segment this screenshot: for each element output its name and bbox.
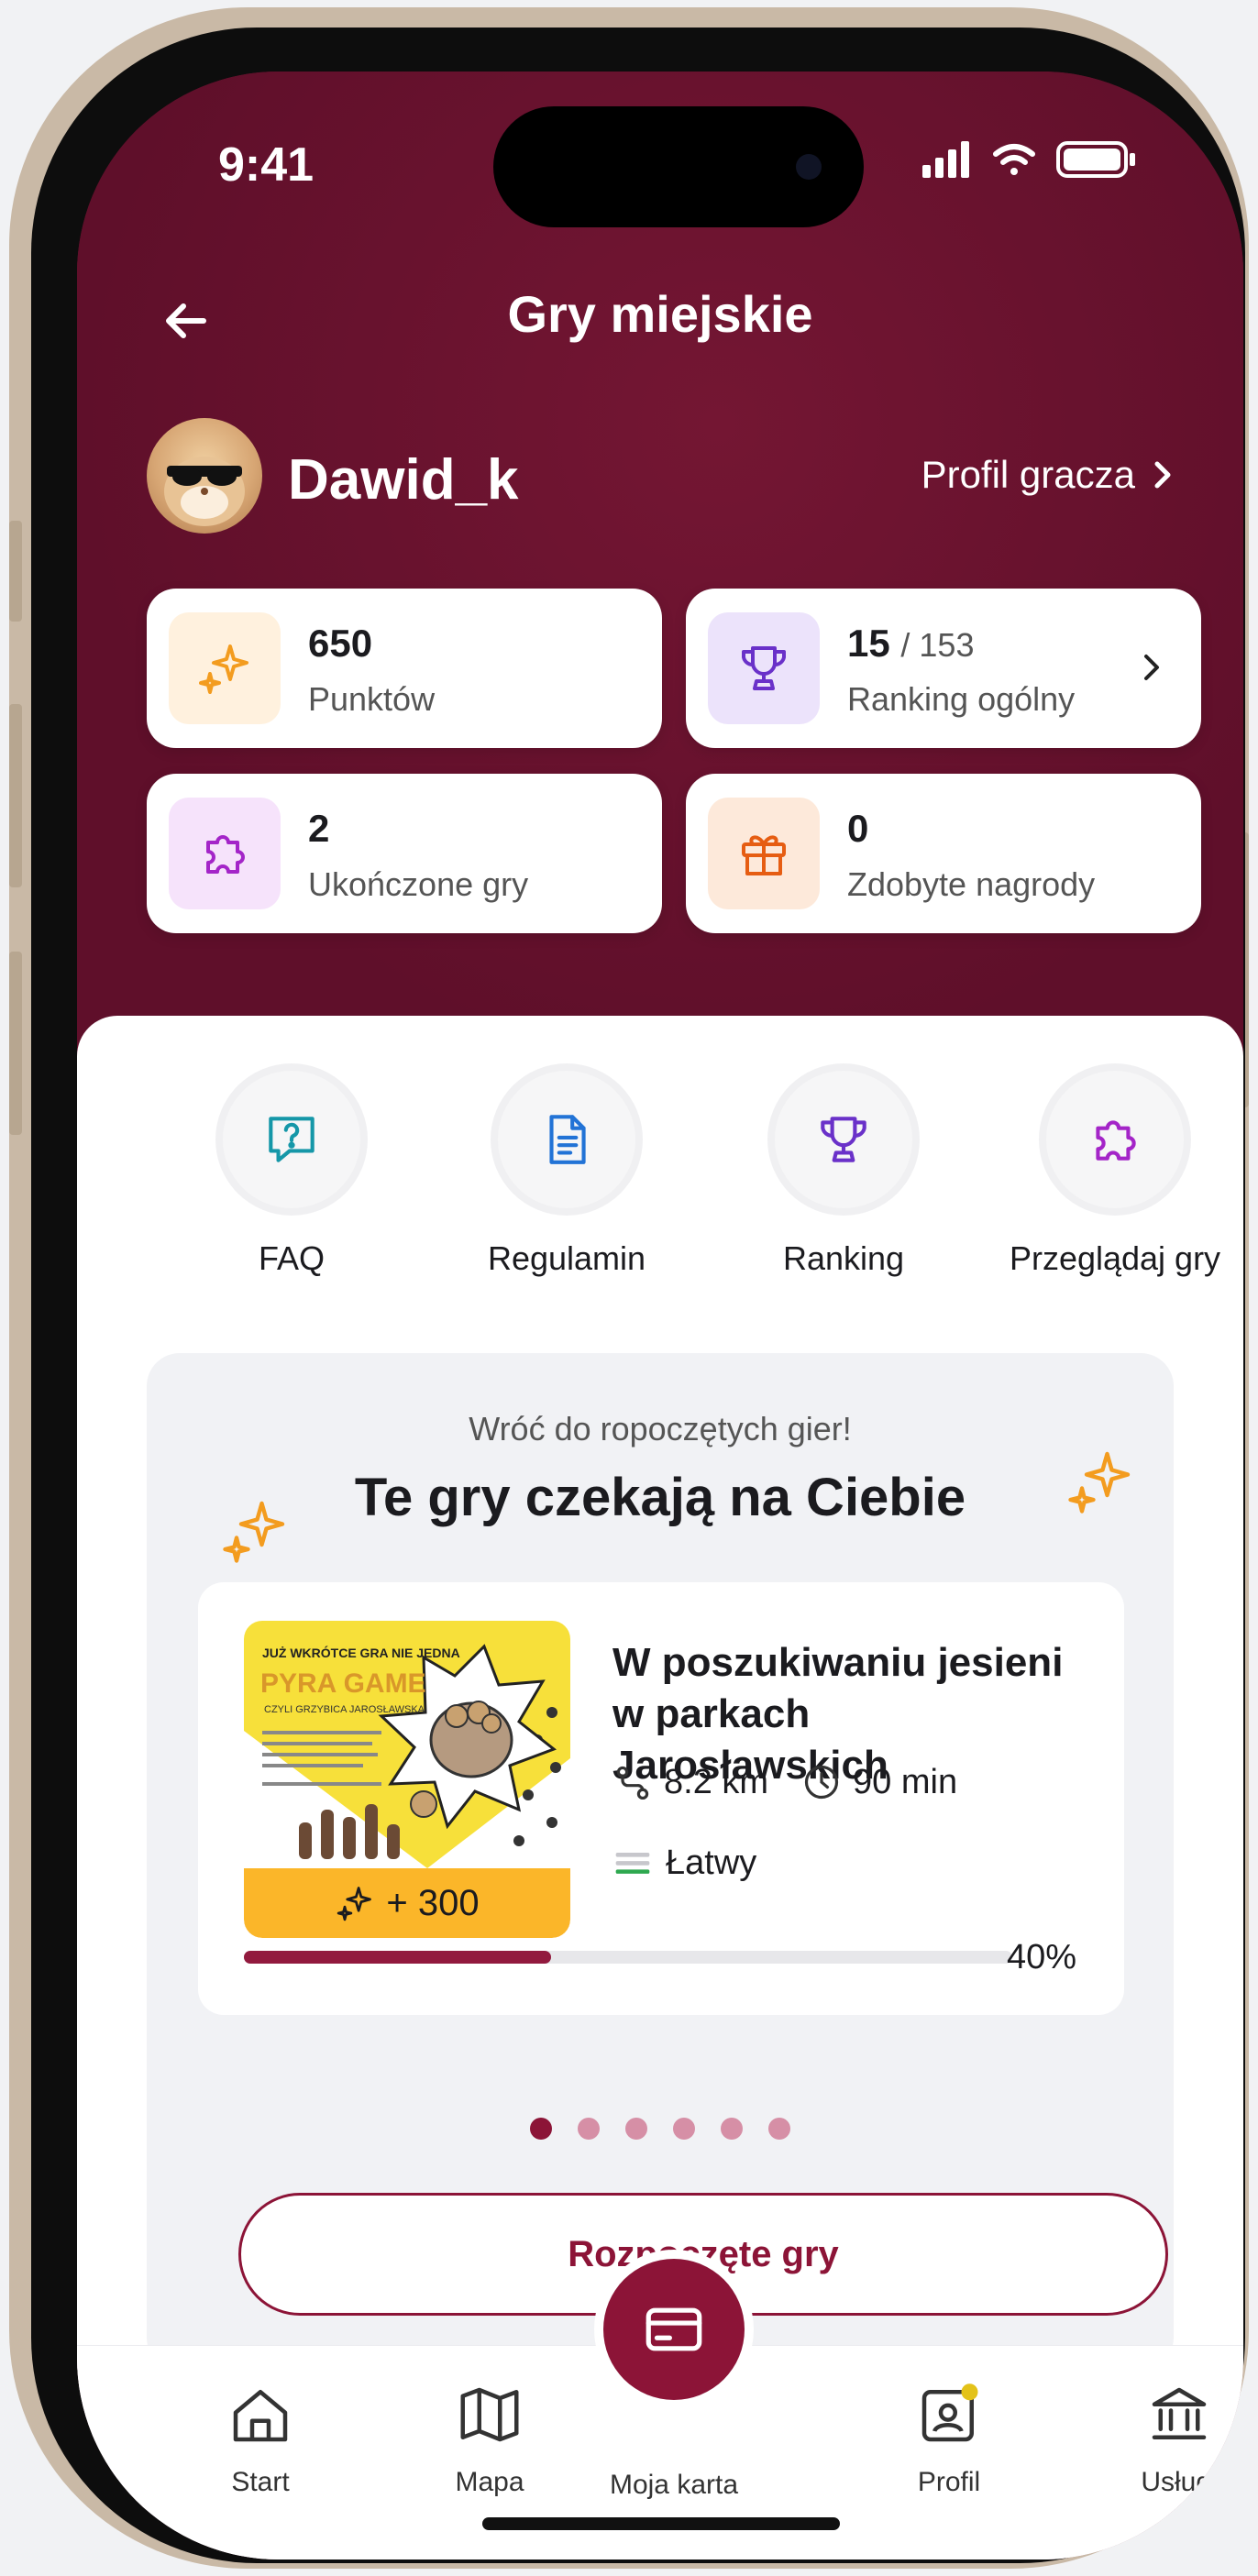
dynamic-island xyxy=(493,106,864,227)
camera-icon xyxy=(796,154,822,180)
quick-action-label: Regulamin xyxy=(487,1239,646,1277)
puzzle-icon xyxy=(169,798,281,909)
bank-icon xyxy=(1152,2387,1207,2439)
phone-button xyxy=(9,521,22,622)
game-difficulty: Łatwy xyxy=(612,1843,756,1883)
chevron-right-icon[interactable] xyxy=(1130,645,1174,689)
sparkles-icon xyxy=(337,1887,372,1921)
sparkles-icon xyxy=(169,612,281,724)
quick-action-ranking[interactable]: Ranking xyxy=(724,1071,963,1277)
tab-label: Moja karta xyxy=(609,2470,739,2500)
quick-action-faq[interactable]: FAQ xyxy=(172,1071,411,1277)
screen: 9:41 Gry miejskie Dawid_k Profil gracza … xyxy=(77,72,1243,2559)
stat-card-completed: 2 Ukończone gry xyxy=(147,774,662,933)
game-meta: 8.2 km 90 min xyxy=(612,1762,957,1802)
profile-link[interactable]: Profil gracza xyxy=(921,453,1135,497)
tab-services[interactable]: Usługi xyxy=(1097,2382,1243,2498)
pager-dot[interactable] xyxy=(673,2118,695,2140)
pager-dot[interactable] xyxy=(625,2118,647,2140)
tab-map[interactable]: Mapa xyxy=(407,2382,572,2498)
stat-label: Ukończone gry xyxy=(308,865,529,903)
stat-value: 0 xyxy=(847,807,869,850)
home-icon xyxy=(233,2390,288,2442)
tab-profile[interactable]: Profil xyxy=(866,2382,1032,2498)
stat-label: Punktów xyxy=(308,680,436,718)
hamster-avatar-icon xyxy=(164,457,245,526)
poster-tagline: CZYLI GRZYBICA JAROSŁAWSKA xyxy=(264,1704,425,1715)
username: Dawid_k xyxy=(288,448,519,512)
ranking-total: / 153 xyxy=(900,626,975,664)
gift-icon xyxy=(708,798,820,909)
quick-action-label: Przeglądaj gry xyxy=(1009,1239,1221,1277)
puzzle-icon xyxy=(1046,1071,1184,1208)
map-icon xyxy=(460,2387,519,2442)
points-badge: + 300 xyxy=(244,1868,570,1938)
stat-label: Ranking ogólny xyxy=(847,680,1076,718)
phone-button xyxy=(9,704,22,887)
sparkles-icon xyxy=(223,1501,285,1563)
tab-start[interactable]: Start xyxy=(178,2382,343,2498)
card-icon xyxy=(646,2307,702,2351)
stat-card-ranking[interactable]: 15 / 153 Ranking ogólny xyxy=(686,589,1201,748)
document-icon xyxy=(498,1071,635,1208)
sparkles-icon xyxy=(1068,1451,1131,1514)
points-value: + 300 xyxy=(386,1882,480,1923)
pager-dot[interactable] xyxy=(768,2118,790,2140)
stat-card-rewards: 0 Zdobyte nagrody xyxy=(686,774,1201,933)
trophy-icon xyxy=(708,612,820,724)
pager-dot[interactable] xyxy=(721,2118,743,2140)
profile-badge-icon xyxy=(921,2383,978,2442)
tab-label: Profil xyxy=(917,2467,981,2497)
quick-action-label: FAQ xyxy=(258,1239,326,1277)
phone-button xyxy=(9,952,22,1135)
stat-value: 650 xyxy=(308,622,373,665)
page-title: Gry miejskie xyxy=(507,285,813,343)
clock-icon xyxy=(804,1765,839,1800)
pager-dots xyxy=(77,2118,1243,2140)
status-icons xyxy=(922,141,1135,178)
tab-label: Mapa xyxy=(455,2467,524,2497)
pager-dot[interactable] xyxy=(530,2118,552,2140)
quick-action-browse-games[interactable]: Przeglądaj gry xyxy=(996,1071,1234,1277)
stat-label: Zdobyte nagrody xyxy=(847,865,1096,903)
chevron-right-icon[interactable] xyxy=(1137,449,1188,501)
question-icon xyxy=(223,1071,360,1208)
tab-my-card[interactable]: Moja karta xyxy=(591,2455,756,2501)
stat-value: 2 xyxy=(308,807,330,850)
battery-icon xyxy=(1056,141,1135,178)
my-card-button[interactable] xyxy=(603,2259,745,2400)
avatar[interactable] xyxy=(147,418,262,534)
progress-label: 40% xyxy=(1006,1938,1076,1976)
game-duration: 90 min xyxy=(853,1762,958,1801)
poster-brand: PYRA GAME xyxy=(260,1668,426,1699)
progress-fill xyxy=(244,1951,552,1964)
route-icon xyxy=(616,1766,649,1800)
quick-action-regulamin[interactable]: Regulamin xyxy=(447,1071,686,1277)
phone-frame: 9:41 Gry miejskie Dawid_k Profil gracza … xyxy=(9,7,1249,2569)
signal-icon xyxy=(922,141,969,178)
stat-card-points: 650 Punktów xyxy=(147,589,662,748)
pager-dot[interactable] xyxy=(578,2118,600,2140)
ranking-position: 15 xyxy=(847,622,890,665)
difficulty-icon xyxy=(615,1853,650,1874)
tab-label: Start xyxy=(231,2467,290,2497)
wifi-icon xyxy=(993,144,1035,175)
trophy-icon xyxy=(775,1071,912,1208)
stat-value: 15 / 153 xyxy=(847,622,974,666)
status-time: 9:41 xyxy=(218,138,314,192)
game-distance: 8.2 km xyxy=(664,1762,769,1801)
home-indicator xyxy=(482,2517,840,2530)
game-progress-bar xyxy=(244,1951,1012,1964)
section-subtitle: Wróć do ropoczętych gier! xyxy=(469,1410,852,1448)
phone-bezel: 9:41 Gry miejskie Dawid_k Profil gracza … xyxy=(31,28,1245,2563)
difficulty-label: Łatwy xyxy=(666,1843,757,1882)
quick-action-label: Ranking xyxy=(782,1239,905,1277)
game-card[interactable]: JUŻ WKRÓTCE GRA NIE JEDNA PYRA GAME CZYL… xyxy=(198,1582,1124,2015)
game-poster: JUŻ WKRÓTCE GRA NIE JEDNA PYRA GAME CZYL… xyxy=(244,1621,570,1938)
tab-label: Usługi xyxy=(1141,2467,1218,2497)
poster-headline: JUŻ WKRÓTCE GRA NIE JEDNA xyxy=(262,1645,460,1660)
